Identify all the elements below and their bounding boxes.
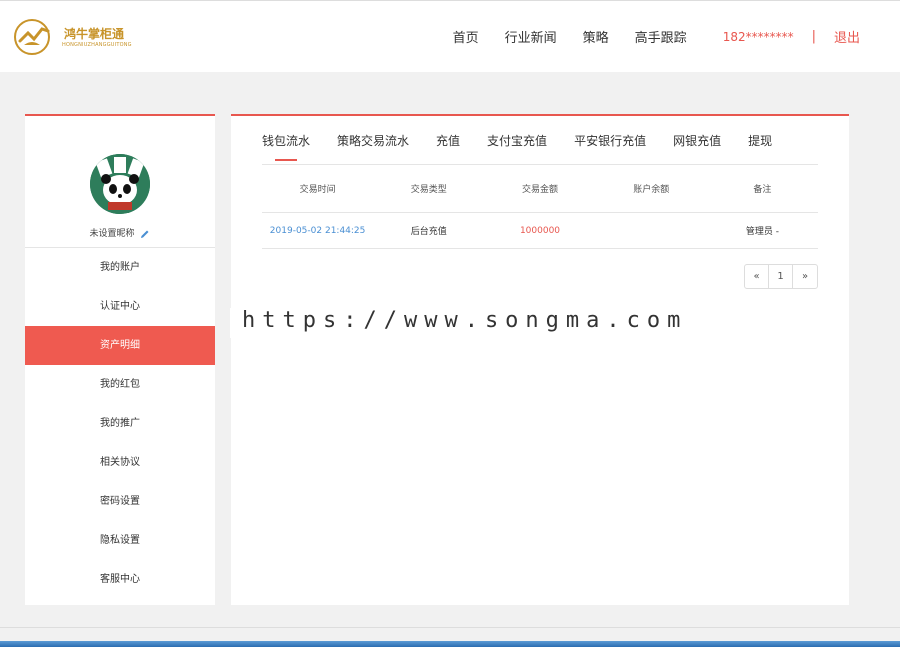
logo-text: 鸿牛掌柜通 <box>64 27 125 41</box>
sidebar-item-verification[interactable]: 认证中心 <box>25 287 215 326</box>
sidebar-item-my-account[interactable]: 我的账户 <box>25 248 215 287</box>
nav-expert-tracking[interactable]: 高手跟踪 <box>635 27 687 46</box>
footer-divider <box>0 627 900 628</box>
main-panel: 钱包流水 策略交易流水 充值 支付宝充值 平安银行充值 网银充值 提现 交易时间… <box>231 114 849 605</box>
tab-alipay-recharge[interactable]: 支付宝充值 <box>487 132 547 149</box>
sidebar-item-agreements[interactable]: 相关协议 <box>25 443 215 482</box>
tab-withdraw[interactable]: 提现 <box>748 132 772 149</box>
column-header-amount: 交易金额 <box>522 185 559 195</box>
sidebar: 未设置昵称 我的账户 认证中心 资产明细 我的红包 我的推广 相关协议 密码设置… <box>25 114 215 605</box>
sidebar-item-asset-details[interactable]: 资产明细 <box>25 326 215 365</box>
sidebar-item-promotion[interactable]: 我的推广 <box>25 404 215 443</box>
nickname-row: 未设置昵称 <box>25 226 215 239</box>
tab-recharge[interactable]: 充值 <box>436 132 460 149</box>
top-nav: 首页 行业新闻 策略 高手跟踪 182******** | 退出 <box>427 27 860 46</box>
sidebar-item-password[interactable]: 密码设置 <box>25 482 215 521</box>
tab-strategy-trade-flow[interactable]: 策略交易流水 <box>337 132 409 149</box>
logout-link[interactable]: 退出 <box>834 27 860 46</box>
logo-bull-icon <box>14 19 50 55</box>
tab-online-bank-recharge[interactable]: 网银充值 <box>673 132 721 149</box>
cell-time: 2019-05-02 21:44:25 <box>269 225 366 236</box>
tab-bar: 钱包流水 策略交易流水 充值 支付宝充值 平安银行充值 网银充值 提现 <box>262 132 799 161</box>
tab-wallet-flow[interactable]: 钱包流水 <box>262 132 310 161</box>
top-header: 鸿牛掌柜通 HONGNIUZHANGGUITONG 首页 行业新闻 策略 高手跟… <box>0 0 900 72</box>
cell-note: 管理员 - <box>745 227 779 237</box>
sidebar-item-customer-service[interactable]: 客服中心 <box>25 560 215 599</box>
sidebar-item-red-packets[interactable]: 我的红包 <box>25 365 215 404</box>
prev-page-button[interactable]: « <box>745 265 769 288</box>
column-header-balance: 账户余额 <box>633 185 670 195</box>
watermark-text: https://www.songma.com <box>230 308 700 338</box>
logo[interactable]: 鸿牛掌柜通 HONGNIUZHANGGUITONG <box>12 17 132 57</box>
nav-separator: | <box>811 29 816 44</box>
user-phone[interactable]: 182******** <box>723 30 794 44</box>
table-header: 交易时间 交易类型 交易金额 账户余额 备注 <box>262 165 818 213</box>
sidebar-item-privacy[interactable]: 隐私设置 <box>25 521 215 560</box>
os-taskbar <box>0 641 900 647</box>
nav-home[interactable]: 首页 <box>453 27 479 46</box>
table-row: 2019-05-02 21:44:25 后台充值 1000000 管理员 - <box>262 213 818 249</box>
tab-pingan-recharge[interactable]: 平安银行充值 <box>574 132 646 149</box>
panda-avatar-icon <box>90 154 150 214</box>
cell-amount: 1000000 <box>519 225 561 236</box>
next-page-button[interactable]: » <box>793 265 817 288</box>
column-header-type: 交易类型 <box>410 185 447 195</box>
pencil-icon[interactable] <box>140 229 150 239</box>
page-1-button[interactable]: 1 <box>769 265 793 288</box>
nav-industry-news[interactable]: 行业新闻 <box>505 27 557 46</box>
sidebar-menu: 我的账户 认证中心 资产明细 我的红包 我的推广 相关协议 密码设置 隐私设置 … <box>25 248 215 599</box>
nickname: 未设置昵称 <box>89 229 135 239</box>
column-header-time: 交易时间 <box>299 185 336 195</box>
nav-strategy[interactable]: 策略 <box>583 27 609 46</box>
cell-type: 后台充值 <box>410 227 447 237</box>
pagination: « 1 » <box>744 264 818 289</box>
avatar[interactable] <box>90 154 150 214</box>
column-header-note: 备注 <box>753 185 772 195</box>
logo-subtext: HONGNIUZHANGGUITONG <box>62 42 132 48</box>
